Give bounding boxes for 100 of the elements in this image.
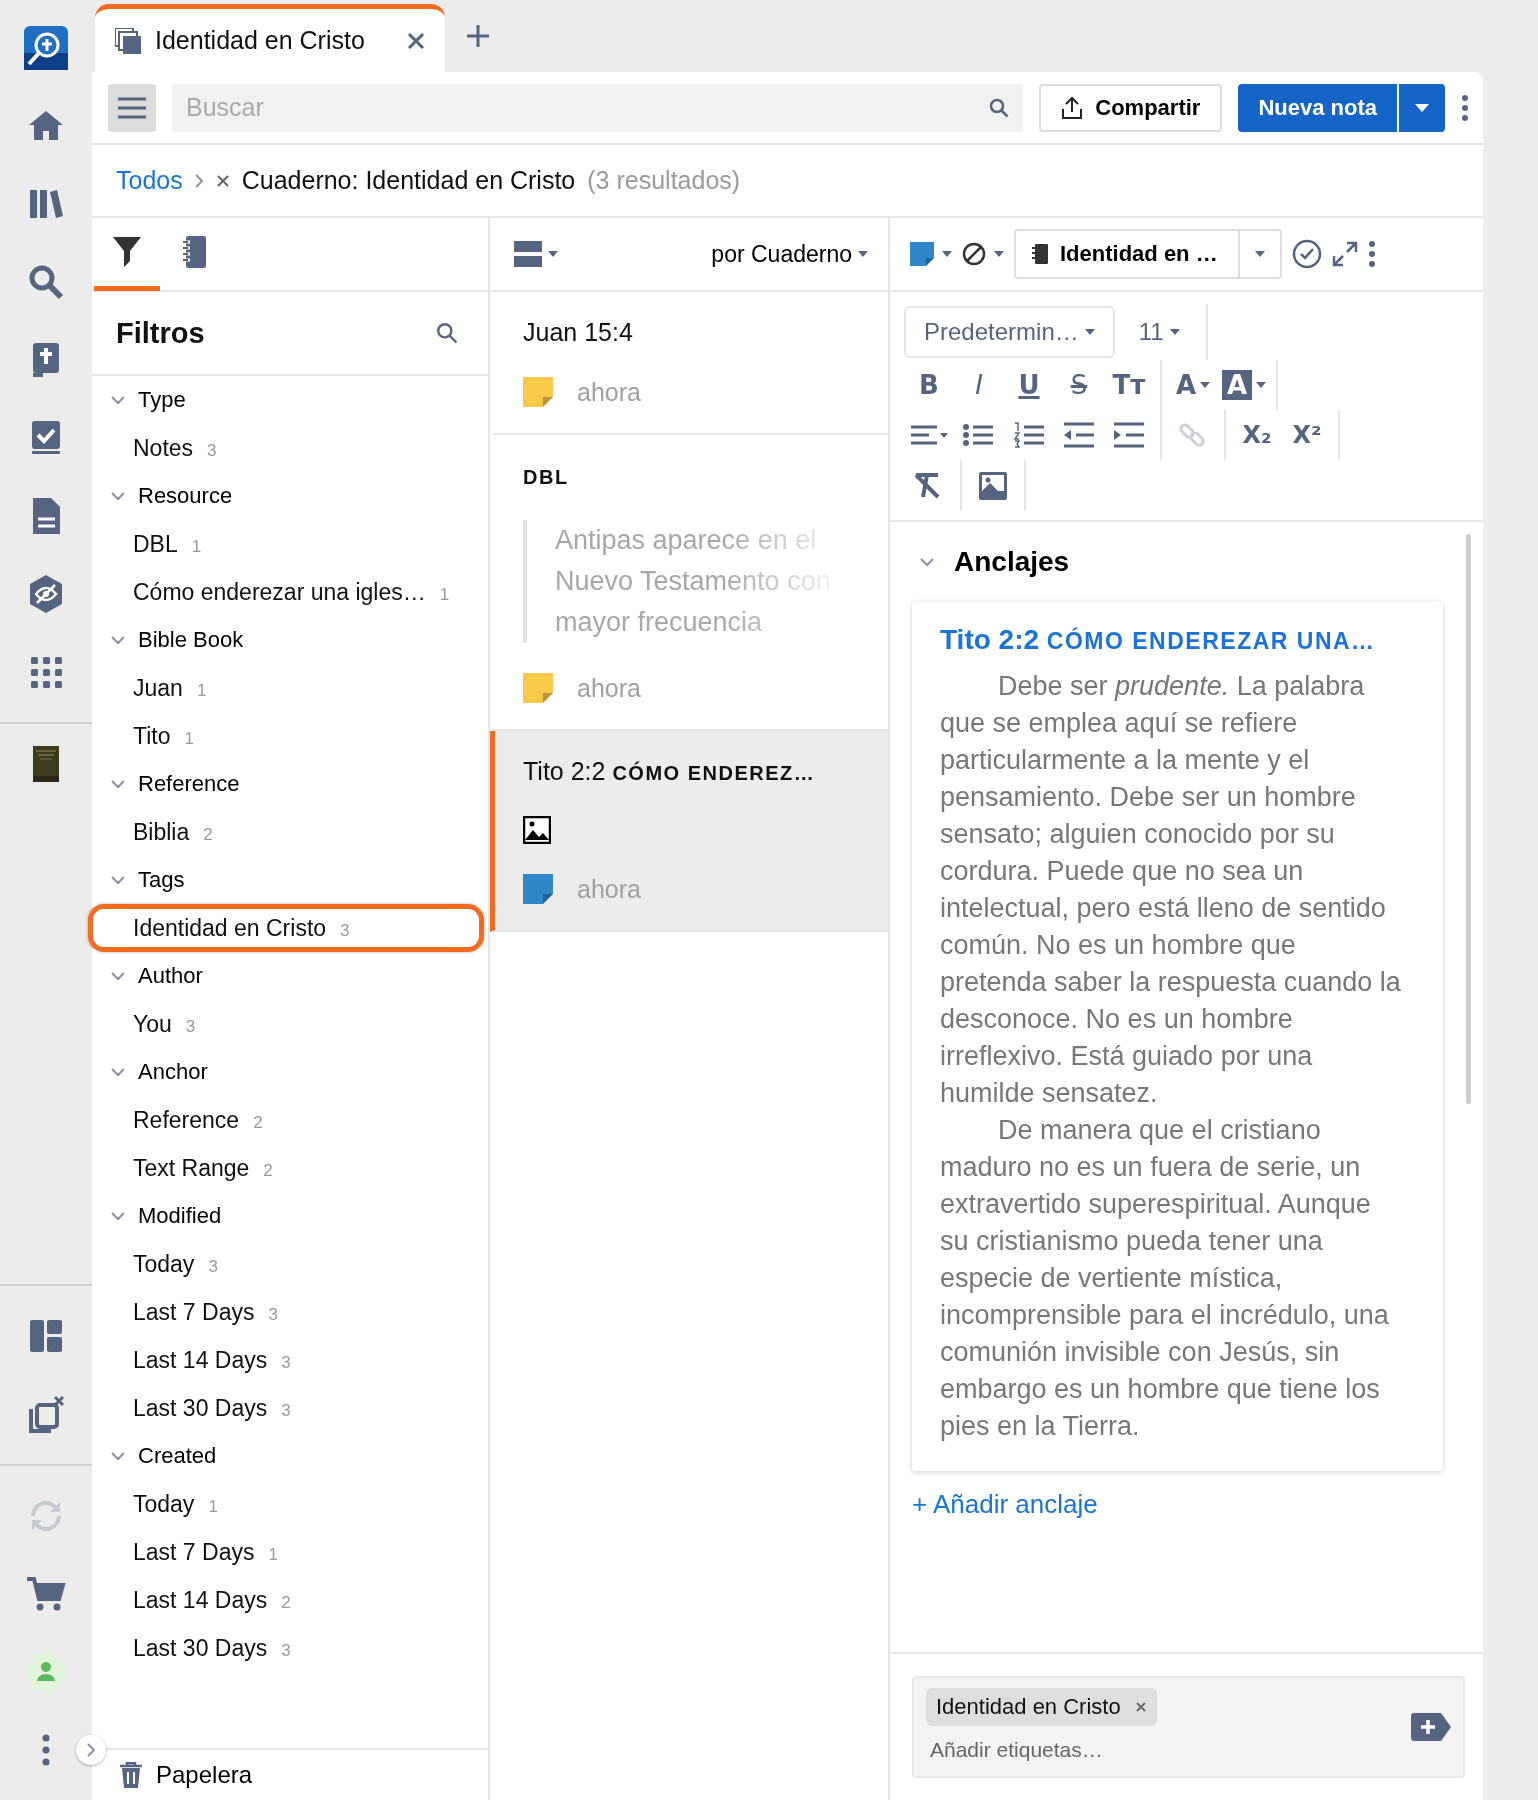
expand-button[interactable] [1331,241,1358,267]
filter-group[interactable]: Created [92,1432,488,1480]
filter-label: Cuaderno: Identidad en Cristo [241,166,576,195]
note-card[interactable]: Tito 2:2 CÓMO ENDEREZ… ahora [490,731,888,932]
add-tag-button[interactable] [1411,1713,1451,1741]
filter-item[interactable]: Tito 1 [88,712,484,760]
filter-group[interactable]: Reference [92,760,488,808]
item-count: 1 [196,681,207,701]
image-icon [523,816,551,844]
scrollbar[interactable] [1466,534,1471,1104]
item-count: 2 [263,1161,273,1181]
tag-input[interactable]: Añadir etiquetas… [926,1734,1411,1766]
filter-item[interactable]: Identidad en Cristo 3 [88,904,484,952]
document-tab[interactable]: Identidad en Cristo [95,4,445,72]
filter-item[interactable]: Last 30 Days 3 [88,1624,484,1672]
result-count: (3 resultados) [587,166,741,195]
image-icon [976,469,1010,501]
section-header[interactable]: Anclajes [912,546,1443,578]
item-count: 1 [439,585,450,605]
share-button[interactable]: Compartir [1039,83,1223,132]
remove-tag-button[interactable] [1134,1701,1147,1713]
subscript-button[interactable]: X₂ [1232,413,1282,457]
item-count: 1 [191,537,202,557]
italic-button[interactable]: I [954,363,1004,407]
item-count: 3 [207,441,217,461]
note-time: ahora [577,673,641,703]
caret-icon [858,251,868,257]
filter-item[interactable]: Today 1 [88,1480,484,1528]
filter-item[interactable]: Notes 3 [88,424,484,472]
more-button[interactable] [1461,93,1469,122]
view-button[interactable] [514,241,558,267]
filter-group[interactable]: Anchor [92,1048,488,1096]
filter-item[interactable]: Last 14 Days 3 [88,1336,484,1384]
breadcrumb-link[interactable]: Todos [116,166,183,195]
more-icon [1461,93,1469,122]
check-button[interactable] [1291,239,1322,269]
chevron-icon [111,491,125,501]
search-icon [989,97,1010,118]
note-style-button[interactable] [910,242,952,266]
font-size-dropdown[interactable]: 11 [1114,304,1208,360]
item-count: 3 [208,1257,218,1277]
tag-chip[interactable]: Identidad en Cristo [926,1688,1157,1726]
search-icon[interactable] [436,322,458,344]
superscript-button[interactable]: X² [1282,413,1332,457]
caret-icon [1200,382,1211,388]
font-color-button[interactable]: A [1168,363,1218,407]
menu-button[interactable] [108,83,156,132]
new-note-button[interactable]: Nueva nota [1238,83,1397,132]
chevron-icon [86,1743,96,1757]
expand-button[interactable] [76,1735,106,1765]
trash-button[interactable]: Papelera [120,1761,253,1789]
clear-style-button[interactable] [962,242,1004,266]
anchor-text: De manera que el cristiano maduro no es un fuera de serie, un extravertido superespiritual. Aunque su cristianismo pueda tener una especie de vertiente mística, incomprensible para el incrédulo, una comunión invisible con Jesús, sin embargo es un hombre que tiene los pies en la Tierra. [940,1114,1390,1443]
caret-icon [1254,251,1265,257]
filter-item[interactable]: You 3 [88,1000,484,1048]
bold-button[interactable]: B [904,363,954,407]
filter-group[interactable]: Resource [92,472,488,520]
search-field[interactable]: Buscar [172,83,1024,132]
filter-item[interactable]: Last 7 Days 3 [88,1288,484,1336]
add-tag-icon [1411,1713,1451,1741]
filter-item[interactable]: Last 14 Days 2 [88,1576,484,1624]
filter-item[interactable]: Last 7 Days 1 [88,1528,484,1576]
check-circle-icon [1291,239,1322,269]
rows-icon [514,241,542,267]
filter-item[interactable]: Reference 2 [88,1096,484,1144]
close-icon [1134,1701,1147,1713]
more-button[interactable] [1367,240,1376,268]
add-anchor-link[interactable]: + Añadir anclaje [912,1489,1098,1520]
chevron-icon [111,875,125,885]
text-size-button[interactable]: Tᴛ [1104,363,1154,407]
sort-dropdown[interactable]: por Cuaderno [711,240,868,268]
note-card[interactable]: Juan 15:4 ahora [490,292,888,435]
close-icon[interactable] [407,31,425,50]
filter-group[interactable]: Author [92,952,488,1000]
tags-field[interactable]: Identidad en Cristo Añadir etiquetas… [912,1676,1465,1778]
filter-item[interactable]: Text Range 2 [88,1144,484,1192]
new-tab-button[interactable] [467,25,489,50]
underline-button[interactable]: U [1004,363,1054,407]
filter-group[interactable]: Modified [92,1192,488,1240]
note-title: Tito 2:2 CÓMO ENDEREZ… [523,757,817,786]
filter-group[interactable]: Type [92,376,488,424]
anchor-link[interactable]: Tito 2:2 CÓMO ENDEREZAR UNA… [940,624,1403,656]
filter-item[interactable]: Juan 1 [88,664,484,712]
highlight-button[interactable]: A [1218,363,1271,407]
filter-group[interactable]: Bible Book [92,616,488,664]
trash-icon [120,1762,142,1788]
caret-icon [942,251,952,257]
filter-item[interactable]: Cómo enderezar una igles… 1 [88,568,484,616]
filter-item[interactable]: Last 30 Days 3 [88,1384,484,1432]
chevron-icon [920,557,934,567]
filter-item[interactable]: Biblia 2 [88,808,484,856]
filter-item[interactable]: DBL 1 [88,520,484,568]
new-note-menu-button[interactable] [1397,83,1445,132]
caret-icon [1084,329,1095,335]
filter-item[interactable]: Today 3 [88,1240,484,1288]
item-count: 1 [268,1545,278,1565]
remove-icon[interactable] [215,173,230,188]
strikethrough-button[interactable]: S [1054,363,1104,407]
font-dropdown[interactable]: Predetermin… [904,306,1115,358]
filter-group[interactable]: Tags [92,856,488,904]
